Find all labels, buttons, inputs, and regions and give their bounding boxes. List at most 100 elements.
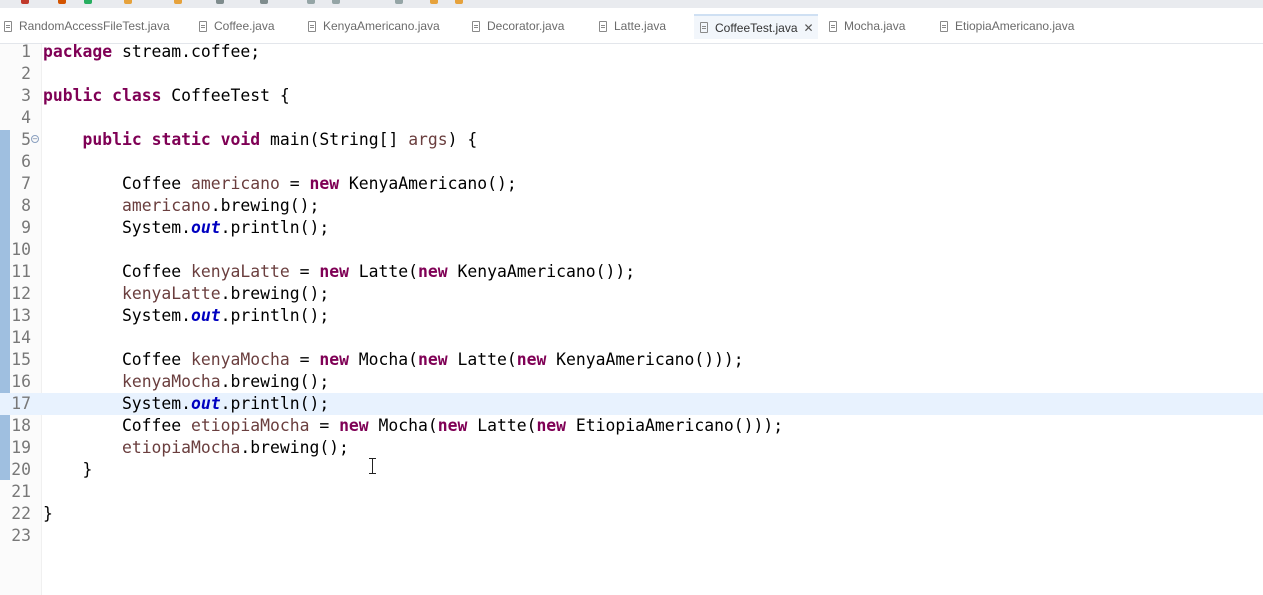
- toolbar-icon[interactable]: [174, 0, 182, 4]
- text-cursor-icon: [368, 458, 377, 474]
- variable-token: kenyaMocha: [191, 350, 290, 369]
- keyword-token: new: [319, 350, 349, 369]
- fold-collapse-icon[interactable]: −: [31, 135, 39, 143]
- tab-label: RandomAccessFileTest.java: [19, 19, 170, 33]
- code-line[interactable]: 10: [0, 239, 1263, 261]
- toolbar-icon[interactable]: [395, 0, 403, 4]
- code-token: =: [309, 416, 340, 435]
- variable-token: kenyaMocha: [121, 372, 221, 391]
- line-number: 4: [21, 108, 31, 127]
- line-number: 5: [21, 130, 31, 149]
- tab-coffee[interactable]: Coffee.java: [199, 15, 275, 37]
- toolbar-icon[interactable]: [84, 0, 92, 4]
- code-line[interactable]: 14: [0, 327, 1263, 349]
- java-file-icon: [700, 22, 708, 33]
- variable-token: kenyaLatte: [191, 262, 290, 281]
- toolbar-icon[interactable]: [332, 0, 340, 4]
- tab-decorator[interactable]: Decorator.java: [472, 15, 564, 37]
- tab-latte[interactable]: Latte.java: [599, 15, 666, 37]
- code-line[interactable]: 3 public class CoffeeTest {: [0, 85, 1263, 107]
- code-token: }: [43, 504, 53, 523]
- keyword-token: new: [437, 416, 468, 435]
- code-line[interactable]: 5− public static void main(String[] args…: [0, 129, 1263, 151]
- code-text: americano.brewing();: [43, 195, 319, 217]
- tab-mocha[interactable]: Mocha.java: [829, 15, 905, 37]
- toolbar-icon[interactable]: [124, 0, 132, 4]
- toolbar-icon[interactable]: [307, 0, 315, 4]
- keyword-token: public: [82, 130, 142, 149]
- toolbar-icon[interactable]: [216, 0, 224, 4]
- code-text: }: [43, 503, 53, 525]
- keyword-token: new: [339, 416, 369, 435]
- code-line[interactable]: 15 Coffee kenyaMocha = new Mocha(new Lat…: [0, 349, 1263, 371]
- code-text: Coffee kenyaLatte = new Latte(new KenyaA…: [43, 261, 635, 283]
- code-editor[interactable]: 1 package stream.coffee; 2 3 public class Co…: [0, 41, 1263, 595]
- static-field-token: out: [191, 306, 221, 325]
- code-text: kenyaLatte.brewing();: [43, 283, 329, 305]
- tab-etiopiaamericano[interactable]: EtiopiaAmericano.java: [940, 15, 1074, 37]
- toolbar-icon[interactable]: [58, 0, 66, 4]
- code-line[interactable]: 11 Coffee kenyaLatte = new Latte(new Ken…: [0, 261, 1263, 283]
- code-text: System.out.println();: [43, 217, 329, 239]
- code-token: KenyaAmericano()));: [546, 350, 744, 369]
- code-line[interactable]: 2: [0, 63, 1263, 85]
- line-number: 17: [11, 394, 31, 413]
- code-line[interactable]: 19 etiopiaMocha.brewing();: [0, 437, 1263, 459]
- code-line[interactable]: 12 kenyaLatte.brewing();: [0, 283, 1263, 305]
- variable-token: americano: [121, 196, 211, 215]
- code-line[interactable]: 7 Coffee americano = new KenyaAmericano(…: [0, 173, 1263, 195]
- variable-token: kenyaLatte: [121, 284, 221, 303]
- keyword-token: new: [536, 416, 567, 435]
- tab-kenyaamericano[interactable]: KenyaAmericano.java: [308, 15, 440, 37]
- toolbar-icon[interactable]: [430, 0, 438, 4]
- java-file-icon: [599, 20, 607, 32]
- code-token: .brewing();: [220, 284, 330, 303]
- code-line[interactable]: 1 package stream.coffee;: [0, 41, 1263, 63]
- line-number: 12: [11, 284, 31, 303]
- tab-randomaccessfiletest[interactable]: RandomAccessFileTest.java: [4, 15, 170, 37]
- line-number: 11: [11, 262, 31, 281]
- code-token: .brewing();: [220, 372, 330, 391]
- code-line[interactable]: 13 System.out.println();: [0, 305, 1263, 327]
- keyword-token: new: [319, 262, 349, 281]
- editor-tab-bar: RandomAccessFileTest.java Coffee.java Ke…: [0, 8, 1263, 44]
- code-token: =: [279, 174, 310, 193]
- code-token: Latte(: [467, 416, 537, 435]
- code-token: .brewing();: [240, 438, 349, 457]
- tab-label: Decorator.java: [487, 19, 565, 33]
- code-line[interactable]: 8 americano.brewing();: [0, 195, 1263, 217]
- code-line[interactable]: 18 Coffee etiopiaMocha = new Mocha(new L…: [0, 415, 1263, 437]
- code-token: Coffee: [43, 174, 192, 193]
- code-line[interactable]: 23: [0, 525, 1263, 547]
- code-token: System.: [43, 306, 192, 325]
- toolbar-icon[interactable]: [21, 0, 29, 4]
- code-token: Coffee: [43, 416, 192, 435]
- static-field-token: out: [191, 218, 221, 237]
- code-line[interactable]: 21: [0, 481, 1263, 503]
- keyword-token: new: [516, 350, 547, 369]
- line-number: 13: [11, 306, 31, 325]
- code-token: main(String[]: [260, 130, 409, 149]
- code-line[interactable]: 6: [0, 151, 1263, 173]
- keyword-token: new: [418, 350, 448, 369]
- tab-coffeetest[interactable]: CoffeeTest.java ✕: [694, 14, 818, 39]
- code-token: System.: [43, 394, 192, 413]
- code-line[interactable]: 20 }: [0, 459, 1263, 481]
- code-line[interactable]: 17 System.out.println();: [0, 393, 1263, 415]
- close-icon[interactable]: ✕: [804, 21, 814, 35]
- code-line[interactable]: 4: [0, 107, 1263, 129]
- code-line[interactable]: 9 System.out.println();: [0, 217, 1263, 239]
- code-line[interactable]: 16 kenyaMocha.brewing();: [0, 371, 1263, 393]
- toolbar-icon[interactable]: [260, 0, 268, 4]
- variable-token: etiopiaMocha: [191, 416, 310, 435]
- code-line[interactable]: 22}: [0, 503, 1263, 525]
- code-token: Mocha(: [348, 350, 419, 369]
- line-number: 3: [21, 86, 31, 105]
- variable-token: args: [408, 130, 448, 149]
- toolbar-icon[interactable]: [455, 0, 463, 4]
- keyword-token: class: [112, 86, 162, 105]
